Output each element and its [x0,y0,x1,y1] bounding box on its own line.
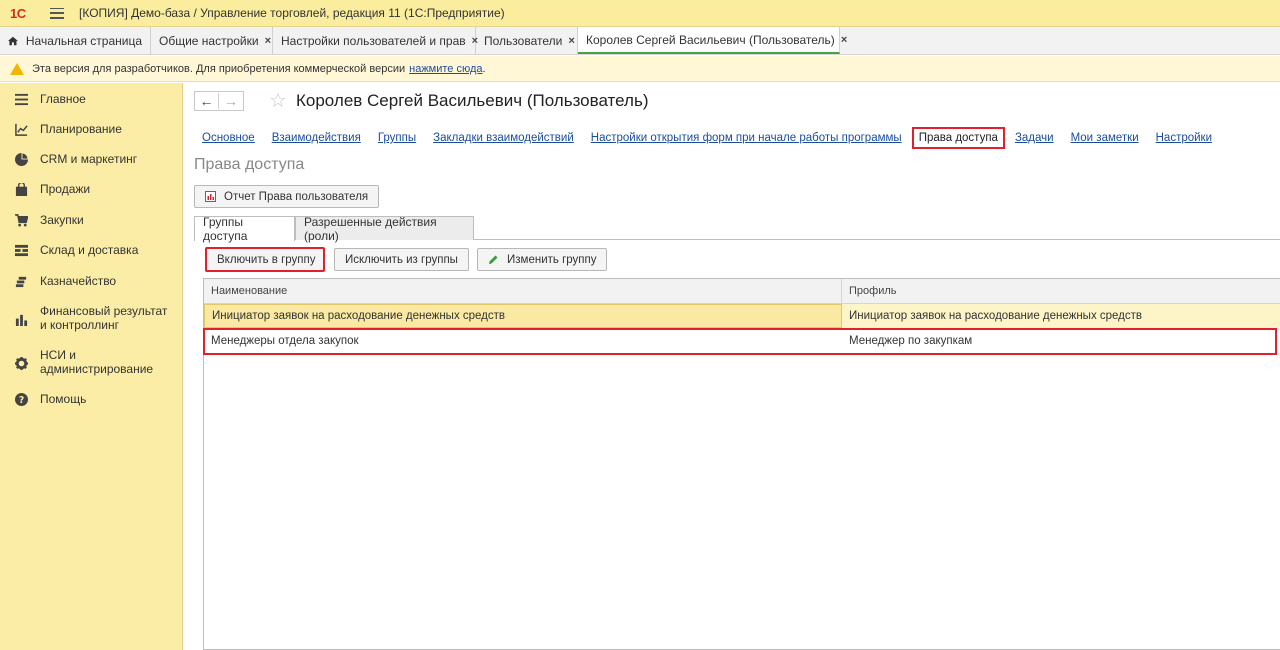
sidebar-item-label: Закупки [40,213,84,227]
sidebar-item-label: НСИ и администрирование [40,348,154,376]
button-label: Исключить из группы [345,253,458,266]
cell-profile: Инициатор заявок на расходование денежны… [849,310,1143,322]
tab-label: Общие настройки [159,33,259,48]
form-section-links: Основное Взаимодействия Группы Закладки … [202,127,1229,149]
tab-label: Начальная страница [25,33,142,48]
tab-label: Королев Сергей Васильевич (Пользователь) [586,32,835,47]
subtab-allowed-actions[interactable]: Разрешенные действия (роли) [295,214,474,243]
bag-icon [14,182,28,196]
warning-suffix: . [482,62,486,75]
list-icon [14,92,28,106]
pie-icon [14,152,28,166]
link-tasks[interactable]: Задачи [1015,132,1054,144]
warning-icon [10,62,24,75]
sidebar-item-planning[interactable]: Планирование [0,122,122,136]
1c-logo[interactable]: 1С [10,5,40,21]
sidebar-item-label: Склад и доставка [40,243,139,257]
link-interactions[interactable]: Взаимодействия [272,132,361,144]
sidebar-item-treasury[interactable]: Казначейство [0,274,116,288]
include-in-group-button[interactable]: Включить в группу [205,247,325,272]
sidebar-item-label: Казначейство [40,274,117,288]
link-my-notes[interactable]: Мои заметки [1071,132,1139,144]
buy-link[interactable]: нажмите сюда [409,63,482,75]
cell-profile: Менеджер по закупкам [849,335,973,347]
tab-general-settings[interactable]: Общие настройки × [151,27,273,54]
sidebar-item-warehouse[interactable]: Склад и доставка [0,243,138,257]
sidebar-item-label: CRM и маркетинг [40,152,138,166]
tab-label: Пользователи [484,33,563,48]
warning-text: Эта версия для разработчиков. Для приобр… [32,62,406,75]
subtab-access-groups[interactable]: Группы доступа [194,215,295,243]
column-header-name[interactable]: Наименование [204,279,842,303]
favorite-star-icon[interactable]: ☆ [269,88,287,113]
sidebar-item-main[interactable]: Главное [0,92,86,106]
back-button[interactable]: ← [195,93,219,109]
help-icon: ? [14,392,28,406]
svg-text:?: ? [18,395,23,406]
link-groups[interactable]: Группы [378,132,416,144]
bar-chart-icon [14,312,28,326]
tab-label: Настройки пользователей и прав [281,33,466,48]
tab-user-korolev[interactable]: Королев Сергей Васильевич (Пользователь)… [578,27,847,54]
access-groups-table: Наименование Профиль Инициатор заявок на… [203,278,1280,650]
tab-home[interactable]: Начальная страница [0,27,151,54]
section-title: Права доступа [194,156,305,173]
sidebar-item-admin[interactable]: НСИ и администрирование [0,348,154,376]
window-title: [КОПИЯ] Демо-база / Управление торговлей… [79,6,505,20]
table-header: Наименование Профиль [204,279,1280,304]
tab-users[interactable]: Пользователи × [476,27,578,54]
sidebar-item-label: Главное [40,92,86,106]
main-menu-icon[interactable] [50,7,64,19]
open-tabs-bar: Начальная страница Общие настройки × Наст… [0,27,1280,55]
close-icon[interactable]: × [568,35,574,47]
link-interaction-bookmarks[interactable]: Закладки взаимодействий [433,132,574,144]
sections-sidebar: Главное Планирование CRM и маркетинг Про… [0,83,183,650]
table-row[interactable]: Инициатор заявок на расходование денежны… [204,304,1280,329]
sidebar-item-crm[interactable]: CRM и маркетинг [0,152,137,166]
form-content: ← → ☆ Королев Сергей Васильевич (Пользов… [194,83,1280,650]
developer-version-warning: Эта версия для разработчиков. Для приобр… [0,56,1280,82]
close-icon[interactable]: × [841,34,847,46]
home-icon [8,36,18,45]
link-access-rights[interactable]: Права доступа [911,127,1005,149]
title-bar: 1С [КОПИЯ] Демо-база / Управление торгов… [0,0,1280,27]
button-label: Отчет Права пользователя [224,190,369,203]
sidebar-item-label: Финансовый результат и контроллинг [40,304,168,332]
edit-group-button[interactable]: Изменить группу [477,248,608,271]
sidebar-item-purchases[interactable]: Закупки [0,213,84,227]
chart-trend-icon [14,122,28,136]
close-icon[interactable]: × [265,35,271,47]
cart-icon [14,213,28,227]
forward-button[interactable]: → [219,93,243,109]
column-header-profile[interactable]: Профиль [842,279,1280,303]
subtab-label: Разрешенные действия (роли) [304,214,437,243]
button-label: Включить в группу [217,253,316,266]
coins-icon [14,274,28,288]
sidebar-item-sales[interactable]: Продажи [0,182,90,196]
pencil-icon [489,255,498,264]
warehouse-icon [14,243,28,257]
table-row[interactable]: Менеджеры отдела закупок Менеджер по зак… [203,328,1277,355]
gear-icon [14,356,28,370]
cell-name: Инициатор заявок на расходование денежны… [204,304,842,328]
link-startup-forms-settings[interactable]: Настройки открытия форм при начале работ… [591,132,902,144]
button-label: Изменить группу [507,253,597,266]
link-main[interactable]: Основное [202,132,255,144]
user-rights-report-button[interactable]: Отчет Права пользователя [194,185,380,208]
sidebar-item-financial-result[interactable]: Финансовый результат и контроллинг [0,304,170,332]
exclude-from-group-button[interactable]: Исключить из группы [334,248,469,271]
report-icon [205,191,216,202]
page-title: Королев Сергей Васильевич (Пользователь) [296,91,649,110]
link-settings[interactable]: Настройки [1156,132,1212,144]
tab-user-settings[interactable]: Настройки пользователей и прав × [273,27,478,54]
sidebar-item-label: Помощь [40,392,87,406]
access-subtabs: Группы доступа Разрешенные действия (рол… [194,214,1280,243]
sidebar-item-help[interactable]: ? Помощь [0,392,86,406]
history-nav: ← → [194,91,244,111]
subtab-label: Группы доступа [203,215,248,243]
sidebar-item-label: Продажи [40,182,91,196]
sidebar-item-label: Планирование [40,122,122,136]
cell-name: Менеджеры отдела закупок [211,335,359,347]
